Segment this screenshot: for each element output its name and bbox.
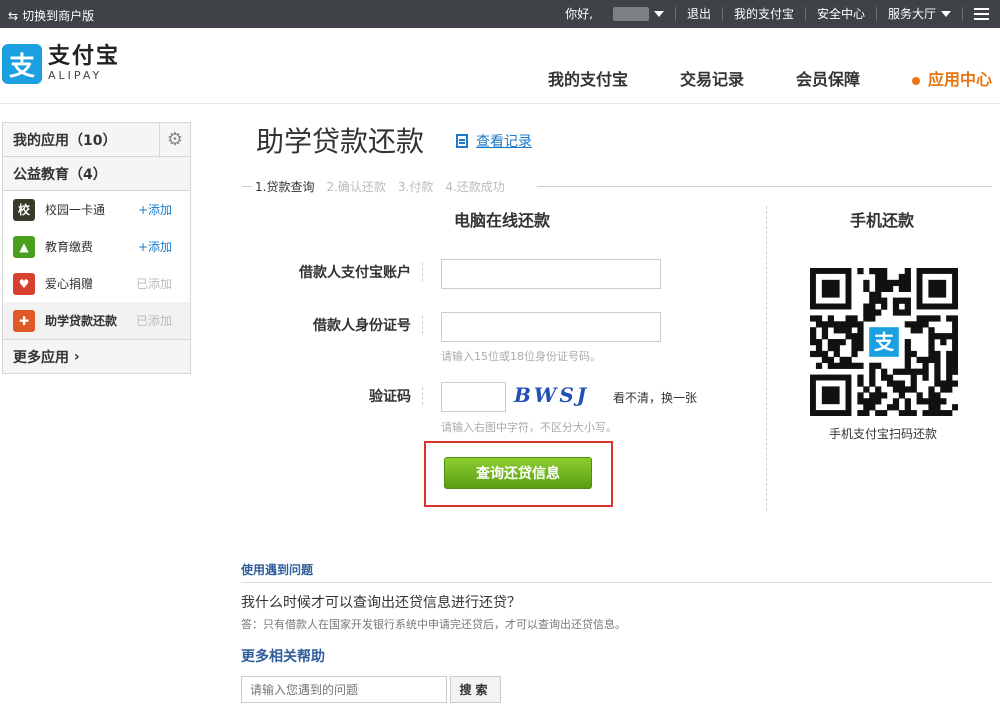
active-dot-icon [911,76,920,85]
help-search-input[interactable] [241,676,447,703]
faq-answer: 答：只有借款人在国家开发银行系统中申请完还贷后，才可以查询出还贷信息。 [241,618,626,631]
logo-text-en: ALIPAY [48,69,103,82]
view-records-link[interactable]: 查看记录 [456,131,532,151]
steps-divider [242,185,252,187]
captcha-hint: 请输入右图中字符，不区分大小写。 [441,421,617,434]
nav-app-center[interactable]: 应用中心 [911,66,992,90]
sidebar-item-label: 爱心捐赠 [45,277,94,291]
greeting: 你好, [565,7,593,21]
captcha-label: 验证码 [281,386,423,406]
gear-icon[interactable]: ⚙ [159,123,190,156]
logout-link[interactable]: 退出 [674,7,722,21]
account-input[interactable] [441,259,661,289]
main-nav: 我的支付宝 交易记录 会员保障 应用中心 [496,66,992,90]
chevron-down-icon [653,11,664,17]
top-bar: ⇆ 切换到商户版 你好, 退出 我的支付宝 安全中心 服务大厅 [0,0,1000,28]
id-number-input[interactable] [441,312,661,342]
username-masked [612,7,649,21]
id-number-hint: 请输入15位或18位身份证号码。 [441,350,601,363]
captcha-image[interactable]: BWSJ [514,383,589,407]
sidebar-item-campus-card[interactable]: 校 校园一卡通 +添加 [3,191,190,228]
more-apps-link[interactable]: 更多应用 › [3,339,190,373]
qr-code: 支 [810,268,958,416]
mobile-repay-title: 手机还款 [850,211,915,230]
alipay-logo[interactable]: 支 支付宝 ALIPAY [2,44,120,84]
switch-merchant-link[interactable]: ⇆ 切换到商户版 [8,7,94,24]
more-help-heading: 更多相关帮助 [241,649,325,665]
query-loan-button[interactable]: 查询还贷信息 [444,457,592,489]
category-label: 公益教育（4） [13,166,107,183]
section-divider [766,206,767,511]
heart-icon: ♥ [13,272,35,295]
nav-transactions[interactable]: 交易记录 [680,66,744,90]
document-icon [456,134,468,148]
graduation-cap-icon: ▲ [13,235,35,258]
sidebar-item-label: 助学贷款还款 [45,314,118,328]
chevron-down-icon [941,11,951,17]
qr-alipay-logo-icon: 支 [874,330,895,354]
sidebar-item-student-loan[interactable]: ✚ 助学贷款还款 已添加 [3,302,190,339]
step-2: 2.确认还款 [326,179,386,194]
service-hall-menu[interactable]: 服务大厅 [875,7,962,21]
progress-steps: 1.贷款查询 2.确认还款 3.付款 4.还款成功 [242,177,992,195]
my-apps-header[interactable]: 我的应用（10） ⚙ [3,123,190,157]
step-1: 1.贷款查询 [255,179,315,194]
switch-icon: ⇆ [8,8,19,23]
view-records-label: 查看记录 [476,134,532,150]
nav-app-center-label: 应用中心 [927,70,992,89]
sidebar-item-charity[interactable]: ♥ 爱心捐赠 已添加 [3,265,190,302]
sidebar-item-education-fee[interactable]: ▲ 教育缴费 +添加 [3,228,190,265]
alipay-logo-icon: 支 [2,44,42,84]
more-apps-label: 更多应用 [13,349,69,366]
add-app-link[interactable]: +添加 [138,201,172,218]
help-search-button[interactable]: 搜索 [450,676,501,703]
id-number-label: 借款人身份证号 [281,315,423,335]
chevron-right-icon: › [69,348,80,365]
menu-icon [974,8,989,20]
qr-caption: 手机支付宝扫码还款 [828,427,937,441]
account-label: 借款人支付宝账户 [281,262,423,282]
my-alipay-link[interactable]: 我的支付宝 [721,7,805,21]
service-hall-label: 服务大厅 [887,7,936,21]
added-status: 已添加 [135,277,172,291]
top-bar-links: 你好, 退出 我的支付宝 安全中心 服务大厅 [554,0,1000,28]
steps-divider [536,185,992,187]
logo-text-cn: 支付宝 [48,44,121,69]
qr-code-image: 支 [810,268,958,416]
security-center-link[interactable]: 安全中心 [804,7,876,21]
step-3: 3.付款 [397,179,434,194]
nav-member-protection[interactable]: 会员保障 [796,66,860,90]
refresh-captcha-link[interactable]: 看不清，换一张 [613,389,697,406]
menu-button[interactable] [962,7,1000,21]
campus-card-icon: 校 [13,198,35,221]
add-app-link[interactable]: +添加 [138,238,172,255]
nav-my-alipay[interactable]: 我的支付宝 [548,66,628,90]
sidebar-item-label: 校园一卡通 [45,203,106,217]
site-header: 支 支付宝 ALIPAY 我的支付宝 交易记录 会员保障 应用中心 [0,28,1000,104]
category-header[interactable]: 公益教育（4） [3,157,190,191]
faq-heading: 使用遇到问题 [241,561,992,583]
page-title: 助学贷款还款 [256,125,425,158]
switch-merchant-label: 切换到商户版 [22,9,95,23]
online-repay-title: 电脑在线还款 [454,211,551,230]
step-4: 4.还款成功 [445,179,505,194]
added-status: 已添加 [135,314,172,328]
faq-question: 我什么时候才可以查询出还贷信息进行还贷？ [241,595,521,611]
user-menu[interactable]: 你好, [554,7,675,21]
captcha-input[interactable] [441,382,506,412]
my-apps-label: 我的应用（10） [13,132,117,149]
app-sidebar: 我的应用（10） ⚙ 公益教育（4） 校 校园一卡通 +添加 ▲ 教育缴费 +添… [2,122,191,374]
sidebar-item-label: 教育缴费 [45,240,94,254]
student-loan-icon: ✚ [13,309,35,332]
